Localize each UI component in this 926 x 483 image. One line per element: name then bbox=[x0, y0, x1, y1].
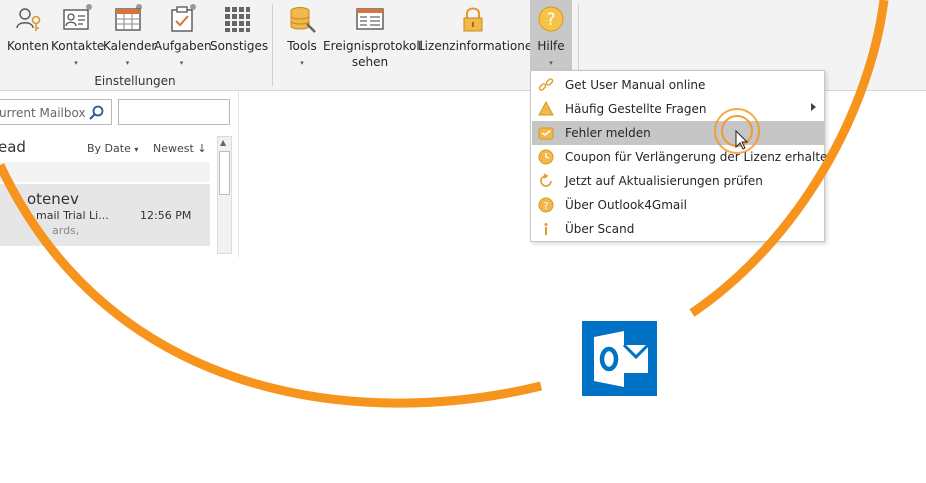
sort-order-label: Newest bbox=[153, 142, 194, 155]
scroll-thumb[interactable] bbox=[219, 151, 230, 195]
search-icon[interactable] bbox=[88, 104, 106, 122]
contact-card-icon bbox=[63, 9, 89, 30]
screenshot-stage: Konten Kontakte ▾ Kalender ▾ Aufgaben ▾ … bbox=[0, 0, 926, 483]
ribbon-separator bbox=[272, 4, 273, 86]
menu-item-label: Häufig Gestellte Fragen bbox=[565, 102, 707, 116]
aufgaben-label: Aufgaben bbox=[154, 39, 212, 53]
menu-item-report-bug[interactable]: Fehler melden bbox=[532, 121, 824, 145]
kalender-button[interactable]: Kalender ▾ bbox=[103, 0, 157, 78]
outlook-logo-icon bbox=[582, 321, 657, 396]
konten-label: Konten bbox=[7, 39, 49, 53]
sort-by-date-label: By Date bbox=[87, 142, 131, 155]
clock-icon bbox=[538, 149, 554, 165]
kontakte-dropdown-icon: ▾ bbox=[74, 59, 78, 67]
menu-item-about-scand[interactable]: Über Scand bbox=[532, 217, 824, 241]
mail-list-item[interactable]: otenev mail Trial Li... 12:56 PM ards, bbox=[0, 184, 210, 246]
menu-item-label: Jetzt auf Aktualisierungen prüfen bbox=[565, 174, 763, 188]
menu-item-label: Über Scand bbox=[565, 222, 635, 236]
mail-list-scrollbar[interactable]: ▲ bbox=[217, 136, 232, 254]
lizenzinformationen-label: Lizenzinformationen bbox=[418, 39, 540, 53]
konten-button[interactable]: Konten bbox=[6, 0, 50, 78]
search-placeholder: urrent Mailbox bbox=[0, 106, 86, 120]
sort-arrow-icon: ↓ bbox=[197, 142, 207, 155]
padlock-icon bbox=[463, 7, 483, 32]
kontakte-label: Kontakte bbox=[51, 39, 105, 53]
einstellungen-group-label: Einstellungen bbox=[94, 74, 176, 88]
kalender-label: Kalender bbox=[103, 39, 157, 53]
accounts-icon bbox=[16, 8, 41, 31]
menu-item-label: Get User Manual online bbox=[565, 78, 706, 92]
calendar-icon bbox=[114, 8, 141, 31]
ereignisprotokoll-label: Ereignisprotokoll bbox=[323, 39, 423, 53]
mail-subject: mail Trial Li... bbox=[36, 209, 109, 222]
sort-by-date-button[interactable]: By Date ▾ bbox=[87, 142, 138, 155]
scroll-up-icon[interactable]: ▲ bbox=[220, 138, 226, 147]
hilfe-dropdown-icon: ▾ bbox=[549, 59, 553, 67]
tools-label: Tools bbox=[287, 39, 317, 53]
svg-text:?: ? bbox=[543, 201, 548, 212]
sonstiges-label: Sonstiges bbox=[210, 39, 269, 53]
menu-item-check-updates[interactable]: Jetzt auf Aktualisierungen prüfen bbox=[532, 169, 824, 193]
menu-item-coupon[interactable]: Coupon für Verlängerung der Lizenz erhal… bbox=[532, 145, 835, 169]
question-icon: ? bbox=[538, 197, 554, 213]
refresh-icon bbox=[540, 173, 552, 187]
task-clipboard-icon bbox=[170, 6, 193, 32]
sort-order-button[interactable]: Newest ↓ bbox=[153, 142, 207, 155]
lizenzinformationen-button[interactable]: Lizenzinformationen bbox=[418, 0, 540, 78]
tools-dropdown-icon: ▾ bbox=[300, 59, 304, 67]
help-dropdown-menu: Get User Manual online Häufig Gestellte … bbox=[530, 70, 835, 242]
aufgaben-button[interactable]: Aufgaben ▾ bbox=[154, 0, 212, 78]
sort-by-dropdown-icon: ▾ bbox=[134, 145, 139, 154]
tools-button[interactable]: Tools ▾ bbox=[282, 0, 322, 78]
bug-report-icon bbox=[538, 127, 554, 140]
menu-item-label: Coupon für Verlängerung der Lizenz erhal… bbox=[565, 150, 836, 164]
menu-item-user-manual[interactable]: Get User Manual online bbox=[532, 73, 824, 97]
kontakte-button[interactable]: Kontakte ▾ bbox=[51, 0, 105, 78]
date-group-header bbox=[0, 162, 210, 182]
svg-text:?: ? bbox=[546, 10, 555, 30]
grid-apps-icon bbox=[225, 7, 250, 32]
database-tools-icon bbox=[290, 7, 316, 33]
info-icon bbox=[544, 223, 548, 235]
hilfe-button[interactable]: ? Hilfe ▾ bbox=[530, 0, 572, 70]
menu-item-about-outlook4gmail[interactable]: ? Über Outlook4Gmail bbox=[532, 193, 824, 217]
help-question-icon: ? bbox=[538, 6, 564, 32]
mail-list-heading: ead bbox=[0, 138, 26, 156]
search-scope-field[interactable] bbox=[118, 99, 230, 125]
mail-preview: ards, bbox=[52, 224, 80, 237]
warning-icon bbox=[538, 101, 554, 116]
mail-sender: otenev bbox=[27, 190, 79, 208]
menu-item-faq[interactable]: Häufig Gestellte Fragen bbox=[532, 97, 824, 121]
ereignisprotokoll-label-line2: sehen bbox=[351, 55, 389, 69]
link-icon bbox=[538, 78, 554, 91]
event-log-icon bbox=[356, 8, 384, 30]
pane-divider bbox=[238, 92, 239, 257]
menu-item-label: Über Outlook4Gmail bbox=[565, 198, 687, 212]
sonstiges-button[interactable]: Sonstiges bbox=[210, 0, 269, 78]
submenu-arrow-icon bbox=[811, 103, 816, 111]
ereignisprotokoll-button[interactable]: Ereignisprotokoll sehen bbox=[323, 0, 423, 78]
kalender-dropdown-icon: ▾ bbox=[125, 59, 130, 67]
aufgaben-dropdown-icon: ▾ bbox=[179, 59, 184, 67]
hilfe-label: Hilfe bbox=[537, 39, 565, 53]
menu-item-label: Fehler melden bbox=[565, 126, 651, 140]
mail-time: 12:56 PM bbox=[140, 209, 192, 222]
